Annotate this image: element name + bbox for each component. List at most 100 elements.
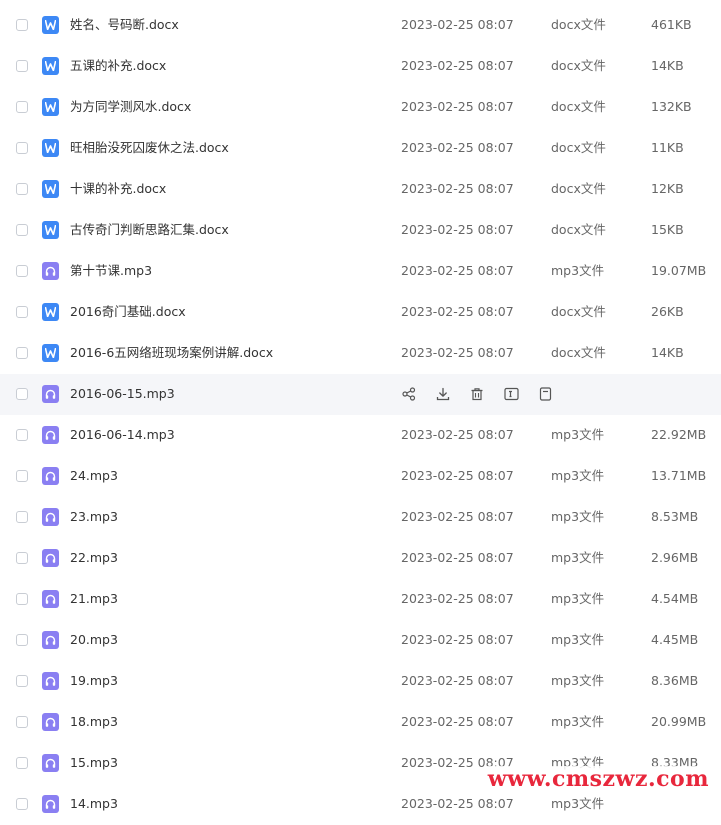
file-size: 11KB (651, 128, 684, 168)
file-size: 4.54MB (651, 579, 698, 619)
file-row[interactable]: 22.mp32023-02-25 08:07mp3文件2.96MB (0, 538, 721, 579)
row-checkbox[interactable] (16, 511, 28, 523)
file-modified-date: 2023-02-25 08:07 (401, 579, 514, 619)
file-name[interactable]: 21.mp3 (70, 579, 118, 619)
file-name[interactable]: 23.mp3 (70, 497, 118, 537)
file-modified-date: 2023-02-25 08:07 (401, 620, 514, 660)
file-size: 13.71MB (651, 456, 706, 496)
file-name[interactable]: 22.mp3 (70, 538, 118, 578)
file-type: docx文件 (551, 169, 606, 209)
row-checkbox[interactable] (16, 101, 28, 113)
row-checkbox[interactable] (16, 552, 28, 564)
file-name[interactable]: 14.mp3 (70, 784, 118, 824)
file-modified-date: 2023-02-25 08:07 (401, 210, 514, 250)
more-icon[interactable] (536, 385, 554, 403)
file-name[interactable]: 五课的补充.docx (70, 46, 166, 86)
file-row[interactable]: 古传奇门判断思路汇集.docx 2023-02-25 08:07 docx文件 15K… (0, 210, 721, 251)
file-name[interactable]: 为方同学测风水.docx (70, 87, 191, 127)
row-checkbox[interactable] (16, 716, 28, 728)
file-name[interactable]: 古传奇门判断思路汇集.docx (70, 210, 229, 250)
file-name[interactable]: 十课的补充.docx (70, 169, 166, 209)
row-checkbox[interactable] (16, 19, 28, 31)
docx-file-icon (42, 16, 59, 34)
row-checkbox[interactable] (16, 429, 28, 441)
file-row[interactable]: 21.mp32023-02-25 08:07mp3文件4.54MB (0, 579, 721, 620)
file-name[interactable]: 19.mp3 (70, 661, 118, 701)
row-checkbox[interactable] (16, 183, 28, 195)
row-checkbox[interactable] (16, 60, 28, 72)
file-modified-date: 2023-02-25 08:07 (401, 333, 514, 373)
row-checkbox[interactable] (16, 224, 28, 236)
file-row[interactable]: 姓名、号码断.docx2023-02-25 08:07docx文件461KB (0, 5, 721, 46)
file-modified-date: 2023-02-25 08:07 (401, 702, 514, 742)
file-name[interactable]: 15.mp3 (70, 743, 118, 783)
file-row[interactable]: 2016-06-14.mp32023-02-25 08:07mp3文件22.92… (0, 415, 721, 456)
file-row[interactable]: 五课的补充.docx2023-02-25 08:07docx文件14KB (0, 46, 721, 87)
docx-file-icon (42, 98, 59, 116)
file-row[interactable]: 2016奇门基础.docx2023-02-25 08:07docx文件26KB (0, 292, 721, 333)
file-type: docx文件 (551, 46, 606, 86)
row-checkbox[interactable] (16, 142, 28, 154)
file-modified-date: 2023-02-25 08:07 (401, 497, 514, 537)
file-row[interactable]: 19.mp32023-02-25 08:07mp3文件8.36MB (0, 661, 721, 702)
row-checkbox[interactable] (16, 757, 28, 769)
download-icon[interactable] (434, 385, 452, 403)
file-size: 8.36MB (651, 661, 698, 701)
file-name[interactable]: 2016奇门基础.docx (70, 292, 186, 332)
row-actions (400, 385, 554, 403)
row-checkbox[interactable] (16, 593, 28, 605)
file-size: 19.07MB (651, 251, 706, 291)
file-row[interactable]: 24.mp32023-02-25 08:07mp3文件13.71MB (0, 456, 721, 497)
docx-file-icon (42, 57, 59, 75)
file-type: docx文件 (551, 128, 606, 168)
file-modified-date: 2023-02-25 08:07 (401, 87, 514, 127)
file-type: mp3文件 (551, 251, 604, 291)
file-size: 2.96MB (651, 538, 698, 578)
file-name[interactable]: 2016-06-14.mp3 (70, 415, 175, 455)
watermark: www.cmszwz.com (484, 766, 713, 792)
docx-file-icon (42, 221, 59, 239)
file-row[interactable]: 2016-6五网络班现场案例讲解.docx2023-02-25 08:07doc… (0, 333, 721, 374)
row-checkbox[interactable] (16, 675, 28, 687)
file-row[interactable]: 为方同学测风水.docx2023-02-25 08:07docx文件132KB (0, 87, 721, 128)
rename-icon[interactable] (502, 385, 520, 403)
file-size: 15KB (651, 210, 684, 250)
audio-file-icon (42, 262, 59, 280)
row-checkbox[interactable] (16, 388, 28, 400)
file-name[interactable]: 姓名、号码断.docx (70, 5, 179, 45)
file-row[interactable]: 18.mp32023-02-25 08:07mp3文件20.99MB (0, 702, 721, 743)
audio-file-icon (42, 385, 59, 403)
row-checkbox[interactable] (16, 470, 28, 482)
row-checkbox[interactable] (16, 306, 28, 318)
file-type: mp3文件 (551, 415, 604, 455)
file-type: docx文件 (551, 210, 606, 250)
file-name[interactable]: 第十节课.mp3 (70, 251, 152, 291)
file-size: 12KB (651, 169, 684, 209)
file-row[interactable]: 2016-06-15.mp3 (0, 374, 721, 415)
audio-file-icon (42, 467, 59, 485)
file-name[interactable]: 20.mp3 (70, 620, 118, 660)
file-row[interactable]: 旺相胎没死囚废休之法.docx2023-02-25 08:07docx文件11K… (0, 128, 721, 169)
file-row[interactable]: 23.mp32023-02-25 08:07mp3文件8.53MB (0, 497, 721, 538)
delete-icon[interactable] (468, 385, 486, 403)
file-row[interactable]: 第十节课.mp32023-02-25 08:07mp3文件19.07MB (0, 251, 721, 292)
audio-file-icon (42, 672, 59, 690)
file-name[interactable]: 18.mp3 (70, 702, 118, 742)
file-name[interactable]: 旺相胎没死囚废休之法.docx (70, 128, 229, 168)
file-list: 姓名、号码断.docx2023-02-25 08:07docx文件461KB五课… (0, 5, 721, 825)
file-name[interactable]: 2016-06-15.mp3 (70, 374, 175, 414)
audio-file-icon (42, 795, 59, 813)
share-icon[interactable] (400, 385, 418, 403)
row-checkbox[interactable] (16, 347, 28, 359)
file-size: 14KB (651, 46, 684, 86)
file-name[interactable]: 24.mp3 (70, 456, 118, 496)
row-checkbox[interactable] (16, 798, 28, 810)
file-name[interactable]: 2016-6五网络班现场案例讲解.docx (70, 333, 273, 373)
file-row[interactable]: 十课的补充.docx2023-02-25 08:07docx文件12KB (0, 169, 721, 210)
row-checkbox[interactable] (16, 634, 28, 646)
file-row[interactable]: 20.mp32023-02-25 08:07mp3文件4.45MB (0, 620, 721, 661)
row-checkbox[interactable] (16, 265, 28, 277)
file-size: 14KB (651, 333, 684, 373)
file-type: mp3文件 (551, 661, 604, 701)
audio-file-icon (42, 713, 59, 731)
